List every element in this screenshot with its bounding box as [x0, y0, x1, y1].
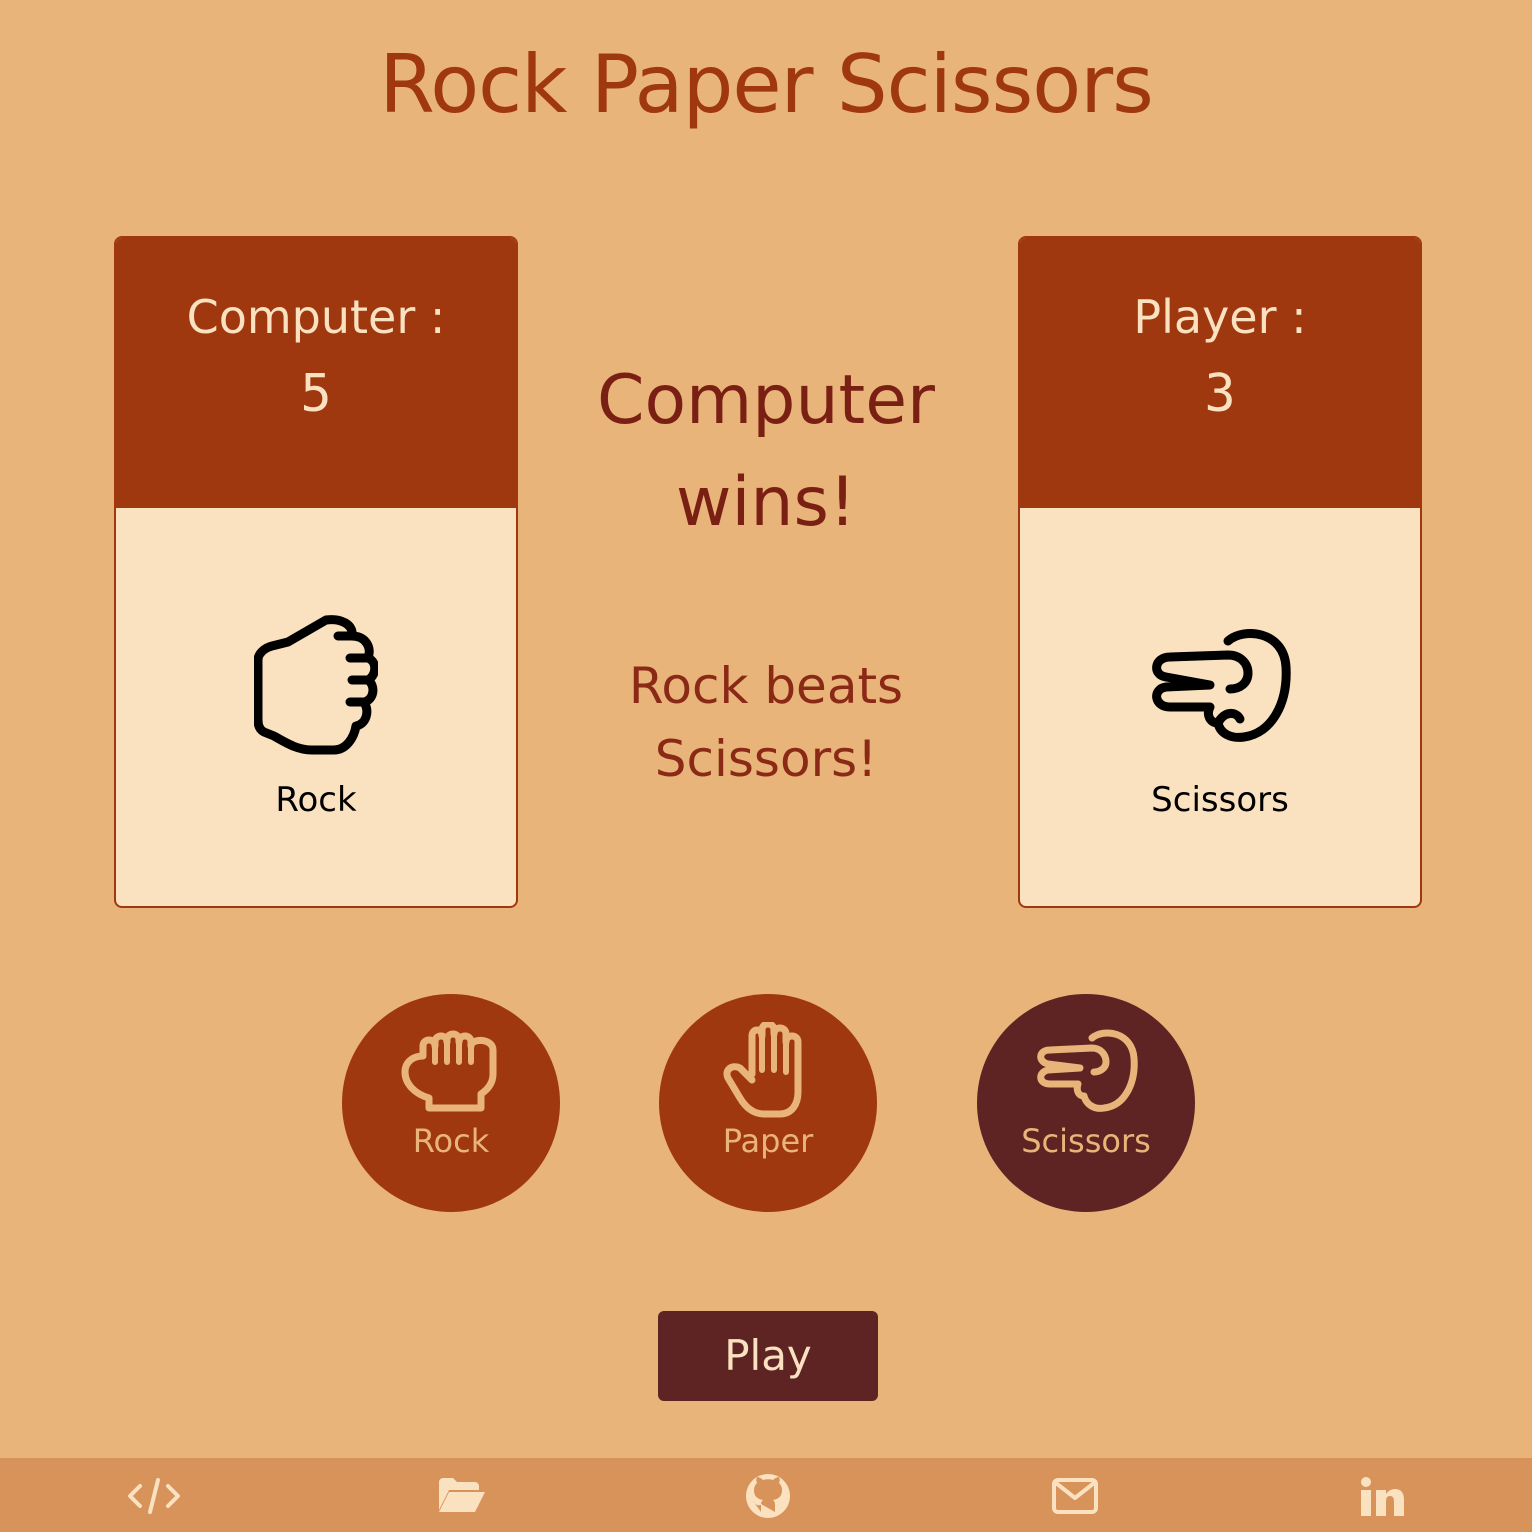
player-choice-label: Scissors [1151, 780, 1289, 820]
computer-label: Computer : [186, 290, 446, 344]
github-icon[interactable] [740, 1472, 796, 1520]
computer-choice-area: Rock [116, 612, 516, 820]
pick-scissors-label: Scissors [1021, 1122, 1151, 1160]
folder-icon[interactable] [433, 1472, 489, 1520]
computer-choice-label: Rock [275, 780, 357, 820]
pick-rock-label: Rock [412, 1122, 490, 1160]
computer-score: 5 [300, 364, 332, 424]
scissors-hand-icon [1037, 1029, 1138, 1112]
fist-icon [401, 1030, 497, 1112]
page-title: Rock Paper Scissors [379, 38, 1154, 131]
linkedin-icon[interactable] [1354, 1472, 1410, 1520]
pick-paper-label: Paper [722, 1122, 814, 1160]
player-choice-area: Scissors [1020, 612, 1420, 820]
scissors-hand-icon [1152, 629, 1291, 742]
footer-bar [0, 1458, 1532, 1532]
player-card: Player : 3 Scissors [1018, 236, 1422, 908]
computer-card-header: Computer : 5 [116, 238, 516, 508]
player-score: 3 [1204, 364, 1236, 424]
pick-rock-button[interactable]: Rock [342, 994, 560, 1212]
result-detail: Rock beats Scissors! [628, 657, 904, 788]
pick-scissors-button[interactable]: Scissors [977, 994, 1195, 1212]
result-headline: Computer wins! [596, 361, 936, 542]
player-card-header: Player : 3 [1020, 238, 1420, 508]
play-button[interactable]: Play [658, 1311, 878, 1401]
open-hand-icon [723, 1022, 802, 1118]
code-icon[interactable] [126, 1472, 182, 1520]
computer-card: Computer : 5 Rock [114, 236, 518, 908]
fist-icon [254, 615, 378, 755]
player-label: Player : [1133, 290, 1307, 344]
mail-icon[interactable] [1047, 1472, 1103, 1520]
pick-paper-button[interactable]: Paper [659, 994, 877, 1212]
